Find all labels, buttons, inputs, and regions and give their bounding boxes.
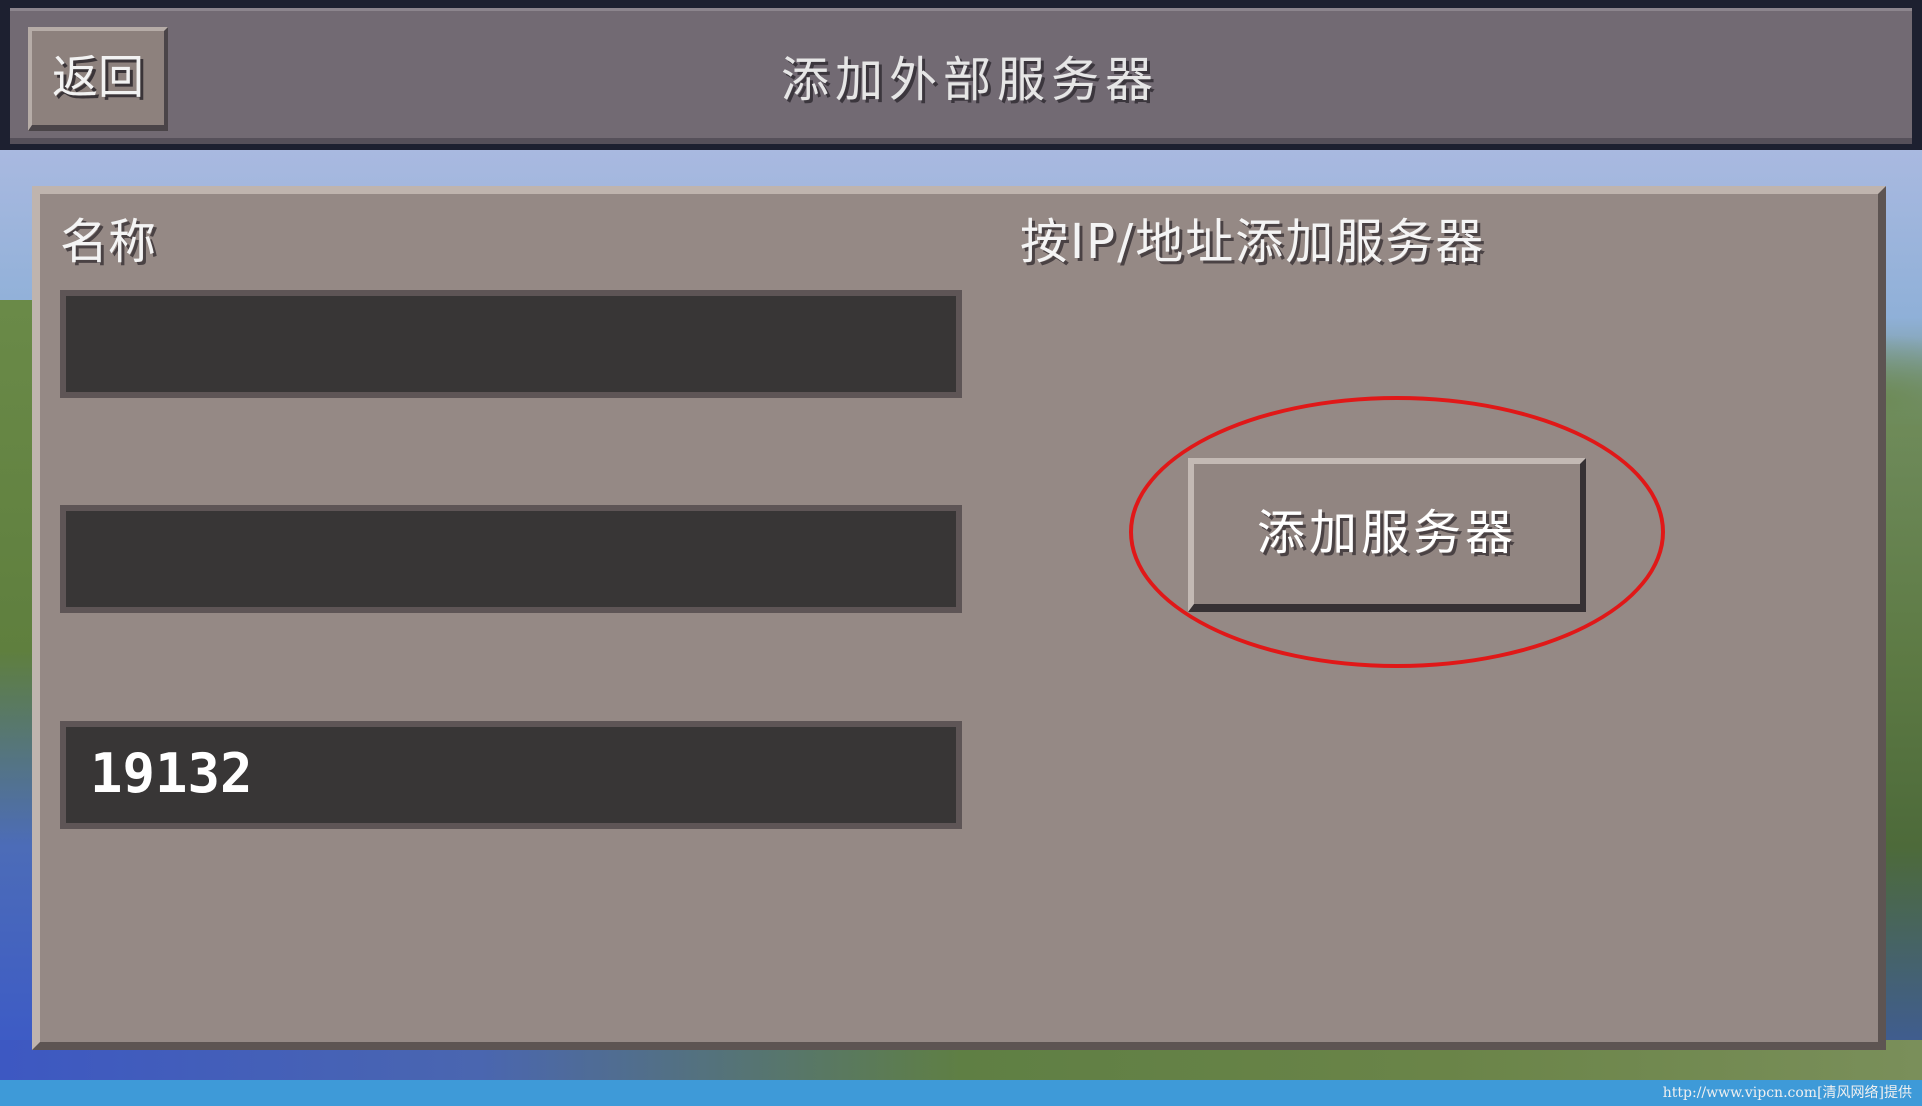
server-address-field[interactable] <box>60 505 962 613</box>
add-server-button[interactable]: 添加服务器 <box>1188 458 1586 612</box>
page-title: 添加外部服务器 <box>780 52 1159 108</box>
header-inner: 返回 添加外部服务器 <box>10 8 1912 144</box>
footer-bar <box>0 1080 1922 1106</box>
watermark-text: http://www.vipcn.com[清风网络]提供 <box>1662 1085 1912 1101</box>
server-port-field[interactable]: 19132 <box>60 721 962 829</box>
back-button[interactable]: 返回 <box>28 27 168 131</box>
add-by-ip-label: 按IP/地址添加服务器 <box>1020 214 1486 270</box>
server-name-field[interactable] <box>60 290 962 398</box>
header-bar: 返回 添加外部服务器 <box>0 0 1922 150</box>
name-label: 名称 <box>60 214 157 270</box>
